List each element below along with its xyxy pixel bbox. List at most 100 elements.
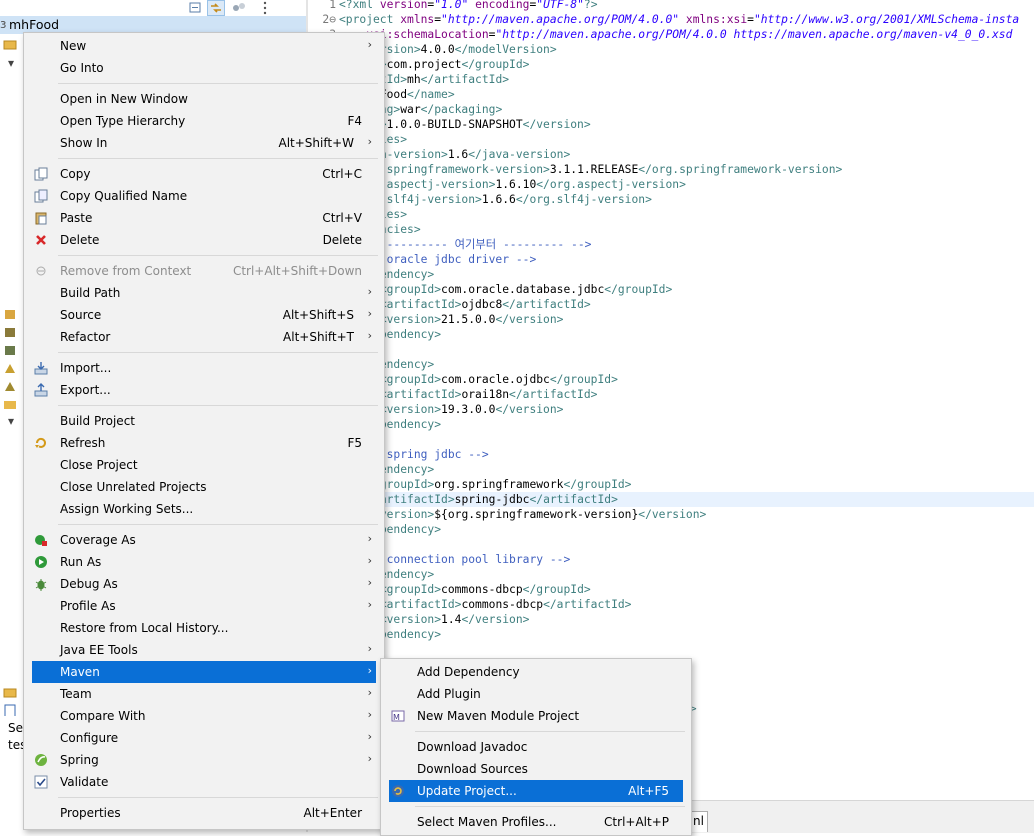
menu-item-open-in-new-window[interactable]: Open in New Window [32,88,376,110]
code-line[interactable]: <java-version>1.6</java-version> [308,147,1034,162]
menu-item-add-dependency[interactable]: Add Dependency [389,661,683,683]
menu-item-run-as[interactable]: Run As › [32,551,376,573]
code-line[interactable]: </dependency> [308,417,1034,432]
menu-item-configure[interactable]: Configure › [32,727,376,749]
menu-item-validate[interactable]: Validate [32,771,376,793]
code-line[interactable]: roupId>com.project</groupId> [308,57,1034,72]
menu-item-add-plugin[interactable]: Add Plugin [389,683,683,705]
menu-item-java-ee-tools[interactable]: Java EE Tools › [32,639,376,661]
menu-item-profile-as[interactable]: Profile As › [32,595,376,617]
code-line[interactable]: </dependency> [308,522,1034,537]
menu-item-assign-working-sets[interactable]: Assign Working Sets... [32,498,376,520]
code-line[interactable]: <groupId>org.springframework</groupId> [308,477,1034,492]
menu-item-label: Update Project... [417,784,517,798]
code-token: <artifactId> [379,598,462,611]
menu-item-import[interactable]: Import... [32,357,376,379]
menu-item-debug-as[interactable]: Debug As › [32,573,376,595]
code-line[interactable] [308,432,1034,447]
code-line[interactable]: <version>19.3.0.0</version> [308,402,1034,417]
menu-item-spring[interactable]: Spring › [32,749,376,771]
code-line[interactable]: <version>21.5.0.0</version> [308,312,1034,327]
menu-item-label: Maven [60,665,100,679]
code-line[interactable]: <groupId>com.oracle.ojdbc</groupId> [308,372,1034,387]
code-line[interactable]: <groupId>com.oracle.database.jdbc</group… [308,282,1034,297]
submenu-arrow-icon: › [367,686,372,699]
code-line[interactable]: <org.aspectj-version>1.6.10</org.aspectj… [308,177,1034,192]
menu-item-refactor[interactable]: Refactor Alt+Shift+T › [32,326,376,348]
code-line[interactable]: ersion>1.0.0-BUILD-SNAPSHOT</version> [308,117,1034,132]
code-line[interactable]: <artifactId>commons-dbcp</artifactId> [308,597,1034,612]
menu-item-select-maven-profiles[interactable]: Select Maven Profiles... Ctrl+Alt+P [389,811,683,833]
menu-item-build-project[interactable]: Build Project [32,410,376,432]
menu-item-close-unrelated-projects[interactable]: Close Unrelated Projects [32,476,376,498]
code-line[interactable]: roperties> [308,207,1034,222]
menu-item-properties[interactable]: Properties Alt+Enter [32,802,376,824]
tree-expand-icon[interactable]: ▾ [8,414,14,428]
menu-item-open-type-hierarchy[interactable]: Open Type Hierarchy F4 [32,110,376,132]
code-line[interactable] [308,342,1034,357]
menu-item-compare-with[interactable]: Compare With › [32,705,376,727]
code-line[interactable]: <!-- oracle jdbc driver --> [308,252,1034,267]
menu-item-coverage-as[interactable]: Coverage As › [32,529,376,551]
menu-item-close-project[interactable]: Close Project [32,454,376,476]
code-line[interactable]: ependencies> [308,222,1034,237]
tree-item-partial[interactable]: Se [8,721,23,735]
menu-item-label: Compare With [60,709,146,723]
code-line[interactable]: <dependency> [308,567,1034,582]
code-line[interactable]: <groupId>commons-dbcp</groupId> [308,582,1034,597]
menu-item-download-sources[interactable]: Download Sources [389,758,683,780]
code-line[interactable]: <dependency> [308,357,1034,372]
view-menu-icon[interactable] [256,0,274,16]
code-line[interactable]: <dependency> [308,462,1034,477]
menu-item-delete[interactable]: Delete Delete [32,229,376,251]
code-line[interactable]: </dependency> [308,627,1034,642]
code-line[interactable] [308,537,1034,552]
menu-item-restore-from-local-history[interactable]: Restore from Local History... [32,617,376,639]
code-token: <!-- connection pool library --> [352,553,571,566]
code-line[interactable]: ame>mhFood</name> [308,87,1034,102]
code-line[interactable]: rtifactId>mh</artifactId> [308,72,1034,87]
code-line[interactable]: <version>1.4</version> [308,612,1034,627]
menu-item-go-into[interactable]: Go Into [32,57,376,79]
code-line[interactable]: <!-- --------- 여기부터 --------- --> [308,237,1034,252]
code-line[interactable]: <!-- spring jdbc --> [308,447,1034,462]
menu-item-copy[interactable]: Copy Ctrl+C [32,163,376,185]
code-line[interactable]: ackaging>war</packaging> [308,102,1034,117]
menu-item-refresh[interactable]: Refresh F5 [32,432,376,454]
code-line[interactable]: <artifactId>orai18n</artifactId> [308,387,1034,402]
menu-item-show-in[interactable]: Show In Alt+Shift+W › [32,132,376,154]
collapse-all-icon[interactable] [186,0,204,16]
menu-item-copy-qualified-name[interactable]: Copy Qualified Name [32,185,376,207]
code-line[interactable]: <artifactId>ojdbc8</artifactId> [308,297,1034,312]
code-line[interactable]: <version>${org.springframework-version}<… [308,507,1034,522]
menu-item-team[interactable]: Team › [32,683,376,705]
code-line[interactable]: </dependency> [308,327,1034,342]
code-line[interactable]: 1 <?xml version="1.0" encoding="UTF-8"?> [308,0,1034,12]
menu-item-download-javadoc[interactable]: Download Javadoc [389,736,683,758]
menu-item-export[interactable]: Export... [32,379,376,401]
code-line[interactable]: odelVersion>4.0.0</modelVersion> [308,42,1034,57]
code-line[interactable]: <dependency> [308,267,1034,282]
tree-expand-icon[interactable]: ɜ [0,17,6,31]
tree-expand-icon[interactable]: ▾ [8,56,14,70]
menu-item-new-maven-module-project[interactable]: M New Maven Module Project [389,705,683,727]
code-text: <groupId>com.oracle.database.jdbc</group… [339,282,672,297]
code-line[interactable]: <!-- connection pool library --> [308,552,1034,567]
menu-item-source[interactable]: Source Alt+Shift+S › [32,304,376,326]
code-line[interactable]: 3 xsi:schemaLocation="http://maven.apach… [308,27,1034,42]
code-line-current[interactable]: <artifactId>spring-jdbc</artifactId> [308,492,1034,507]
code-line[interactable]: 2⊖ <project xmlns = "http://maven.apache.or… [308,12,1034,27]
menu-item-new[interactable]: New › [32,35,376,57]
code-line[interactable]: <org.springframework-version>3.1.1.RELEA… [308,162,1034,177]
bottom-panel-tab[interactable]: nl [690,811,708,832]
link-with-editor-icon[interactable] [207,0,225,16]
library-icon [5,328,15,337]
code-line[interactable]: <org.slf4j-version>1.6.6</org.slf4j-vers… [308,192,1034,207]
code-token: commons-dbcp [461,598,544,611]
menu-item-paste[interactable]: Paste Ctrl+V [32,207,376,229]
filter-icon[interactable] [230,0,248,16]
code-line[interactable]: roperties> [308,132,1034,147]
menu-item-build-path[interactable]: Build Path › [32,282,376,304]
menu-item-update-project[interactable]: Update Project... Alt+F5 [389,780,683,802]
menu-item-maven[interactable]: Maven › [32,661,376,683]
